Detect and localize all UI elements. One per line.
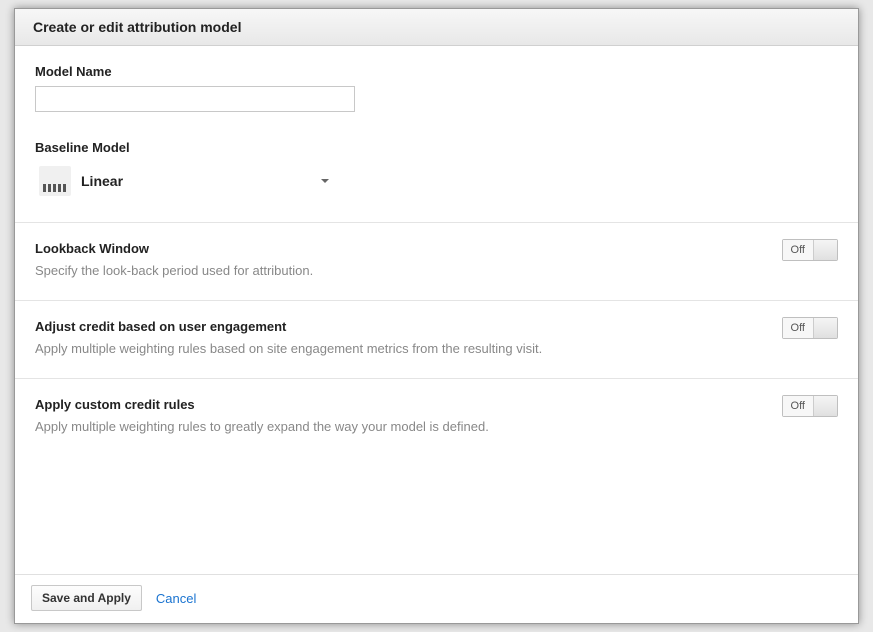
dialog-title: Create or edit attribution model: [33, 19, 840, 35]
dropdown-caret-icon: [321, 179, 329, 183]
dialog-body: Model Name Baseline Model Linear Lookbac…: [15, 46, 858, 574]
model-name-section: Model Name: [15, 46, 858, 140]
toggle-knob: [813, 240, 837, 260]
engagement-title: Adjust credit based on user engagement: [35, 319, 838, 334]
baseline-model-label: Baseline Model: [35, 140, 838, 155]
lookback-section: Lookback Window Specify the look-back pe…: [15, 223, 858, 301]
baseline-model-select[interactable]: Linear: [35, 162, 335, 200]
lookback-toggle[interactable]: Off: [782, 239, 838, 261]
engagement-toggle-state: Off: [783, 318, 813, 338]
custom-rules-toggle[interactable]: Off: [782, 395, 838, 417]
linear-icon: [39, 166, 71, 196]
toggle-knob: [813, 396, 837, 416]
engagement-toggle[interactable]: Off: [782, 317, 838, 339]
dialog-header: Create or edit attribution model: [15, 9, 858, 46]
lookback-title: Lookback Window: [35, 241, 838, 256]
model-name-label: Model Name: [35, 64, 838, 79]
baseline-model-value: Linear: [81, 173, 311, 189]
cancel-button[interactable]: Cancel: [156, 591, 196, 606]
custom-rules-title: Apply custom credit rules: [35, 397, 838, 412]
custom-rules-toggle-state: Off: [783, 396, 813, 416]
toggle-knob: [813, 318, 837, 338]
save-and-apply-button[interactable]: Save and Apply: [31, 585, 142, 611]
model-name-input[interactable]: [35, 86, 355, 112]
custom-rules-section: Apply custom credit rules Apply multiple…: [15, 379, 858, 456]
attribution-model-dialog: Create or edit attribution model Model N…: [14, 8, 859, 624]
baseline-model-section: Baseline Model Linear: [15, 140, 858, 223]
lookback-desc: Specify the look-back period used for at…: [35, 263, 838, 278]
dialog-footer: Save and Apply Cancel: [15, 574, 858, 623]
lookback-toggle-state: Off: [783, 240, 813, 260]
engagement-desc: Apply multiple weighting rules based on …: [35, 341, 838, 356]
engagement-section: Adjust credit based on user engagement A…: [15, 301, 858, 379]
custom-rules-desc: Apply multiple weighting rules to greatl…: [35, 419, 838, 434]
